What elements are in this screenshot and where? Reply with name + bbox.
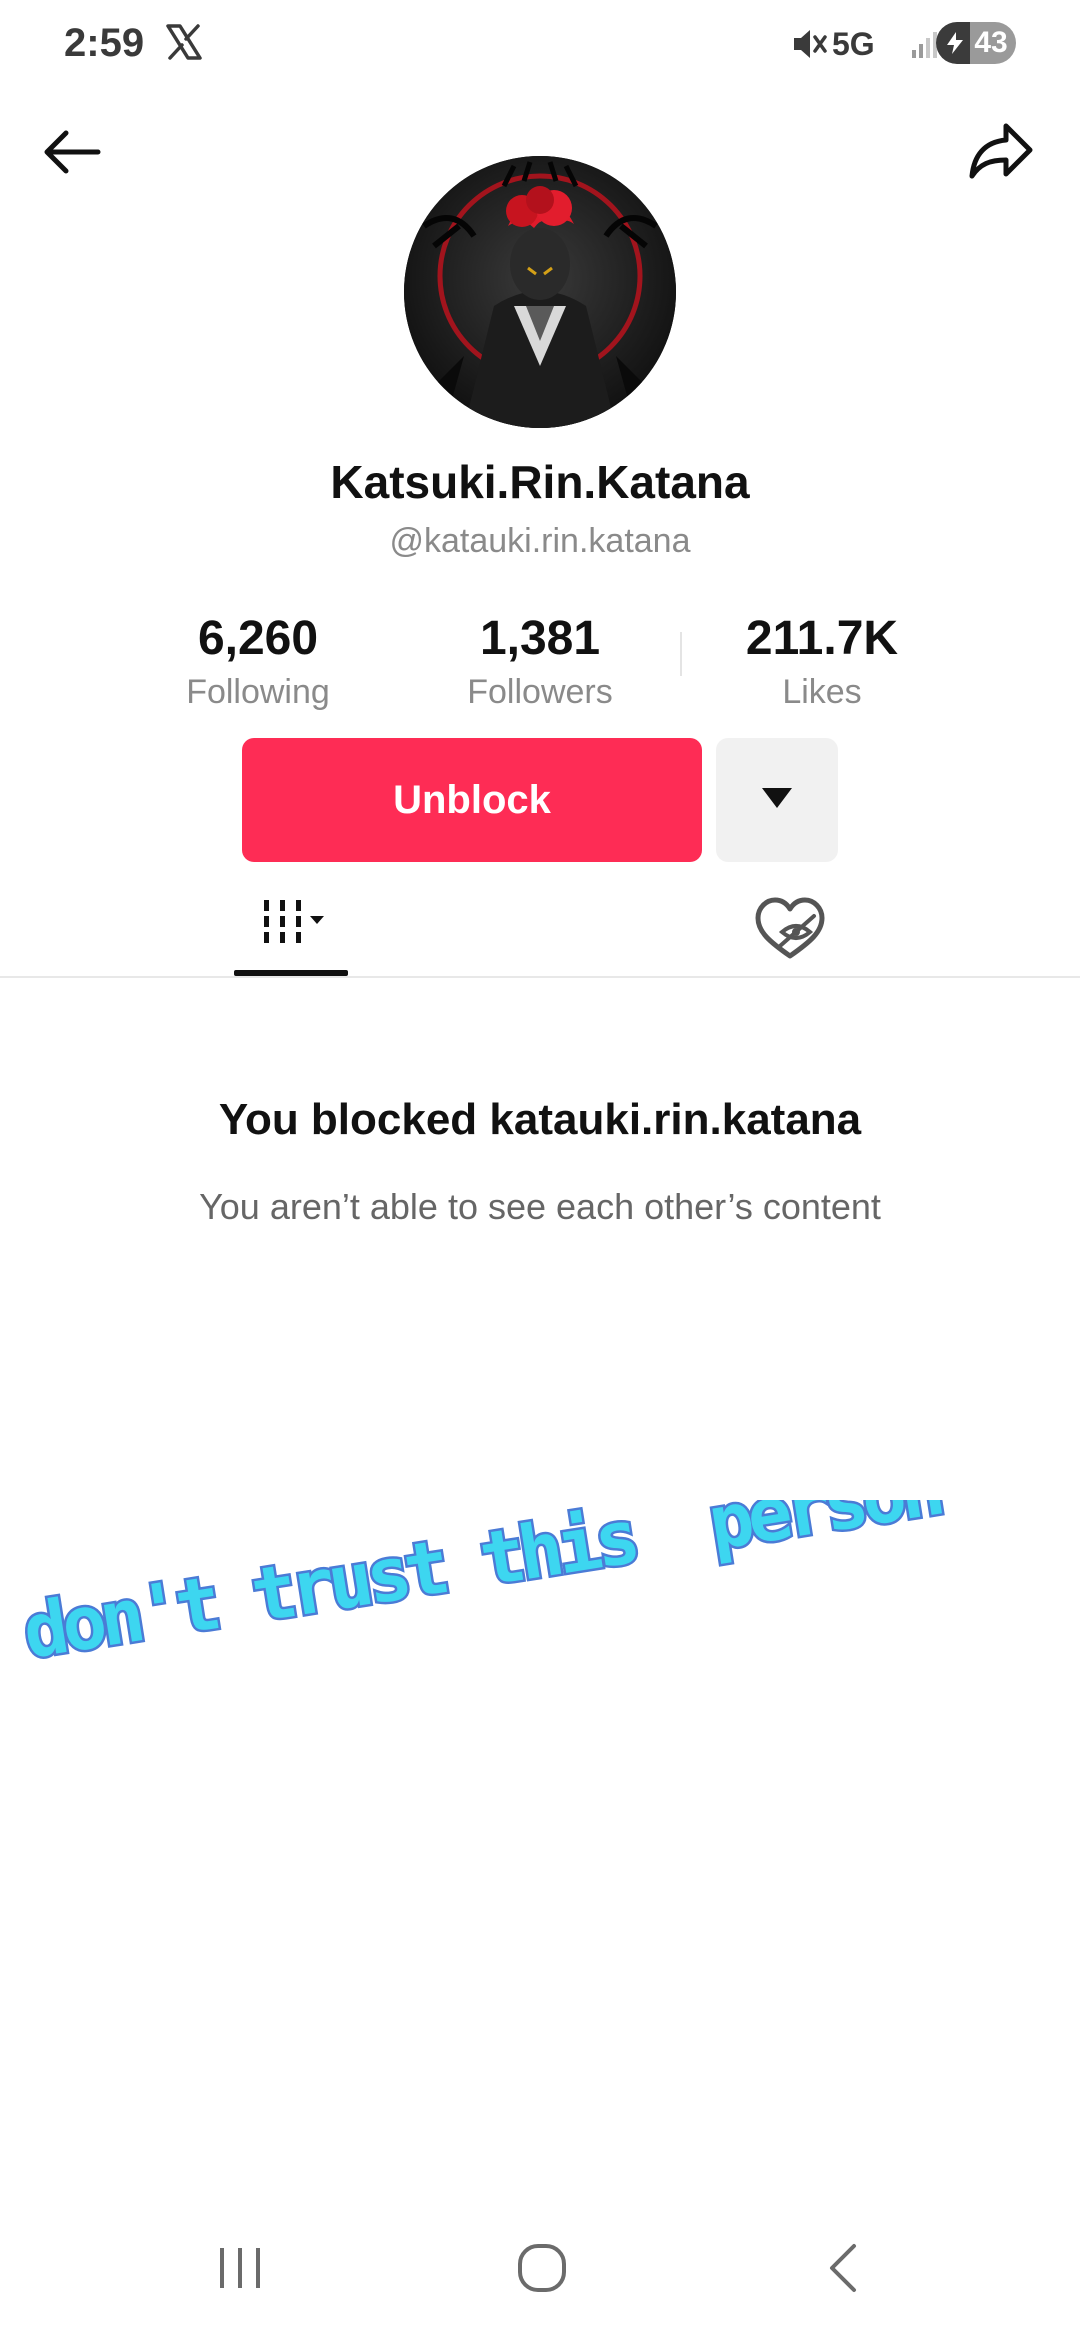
blocked-title: You blocked katauki.rin.katana (218, 1095, 862, 1144)
sticker-text-overlay: don't trust this person (20, 1500, 948, 1678)
blocked-subtitle: You aren’t able to see each other’s cont… (199, 1186, 881, 1227)
tab-bar-divider (0, 976, 1080, 978)
network-label: 5G (832, 26, 875, 62)
share-icon[interactable] (966, 118, 1036, 184)
battery-level: 43 (974, 26, 1008, 59)
status-time: 2:59 (64, 21, 145, 65)
back-nav-button[interactable] (822, 2240, 866, 2296)
home-button[interactable] (514, 2240, 570, 2296)
caret-down-icon (762, 788, 792, 808)
stat-followers[interactable]: 1,381 Followers (410, 608, 670, 714)
grid-menu-icon (264, 900, 324, 943)
followers-label: Followers (467, 673, 613, 711)
mute-icon (794, 30, 827, 58)
following-label: Following (186, 673, 330, 711)
stat-following[interactable]: 6,260 Following (128, 608, 388, 714)
likes-count: 211.7K (745, 612, 899, 665)
unblock-button[interactable]: Unblock (242, 738, 702, 862)
battery-icon: 43 (936, 22, 1016, 64)
hidden-heart-icon (755, 897, 825, 959)
followers-count: 1,381 (479, 612, 601, 665)
back-arrow-button[interactable] (40, 120, 104, 184)
avatar-image (404, 156, 676, 428)
avatar[interactable] (404, 156, 676, 428)
likes-label: Likes (782, 673, 862, 711)
stats-divider (680, 632, 682, 676)
tab-videos[interactable] (234, 880, 348, 976)
tab-liked-hidden[interactable] (740, 880, 840, 976)
x-logo-icon (166, 24, 202, 60)
sticker-text: don't trust this person (20, 1500, 945, 1676)
username-handle: @katauki.rin.katana (389, 522, 691, 560)
display-name: Katsuki.Rin.Katana (330, 456, 750, 508)
stat-likes[interactable]: 211.7K Likes (692, 608, 952, 714)
recent-apps-button[interactable] (212, 2244, 268, 2292)
following-count: 6,260 (197, 612, 319, 665)
more-options-button[interactable] (716, 738, 838, 862)
